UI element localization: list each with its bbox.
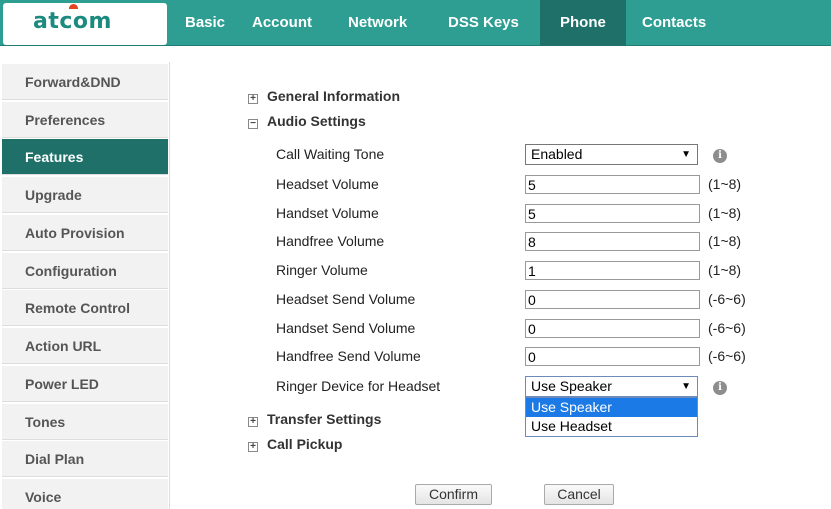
section-call-pickup[interactable]: + Call Pickup [248, 436, 342, 452]
sidebar-item-tones[interactable]: Tones [2, 404, 168, 440]
sidebar-item-forward-dnd[interactable]: Forward&DND [2, 64, 168, 100]
call-waiting-tone-select[interactable]: Enabled ▼ [525, 144, 698, 165]
headset-send-volume-label: Headset Send Volume [276, 291, 416, 307]
handset-send-volume-input[interactable] [525, 319, 700, 338]
dropdown-arrow-icon: ▼ [681, 149, 691, 160]
info-icon[interactable]: i [713, 149, 727, 163]
sidebar-item-dial-plan[interactable]: Dial Plan [2, 441, 168, 477]
logo-text: atcom [33, 9, 112, 34]
info-icon[interactable]: i [713, 381, 727, 395]
cancel-button[interactable]: Cancel [544, 484, 614, 505]
ringer-volume-label: Ringer Volume [276, 262, 368, 278]
section-general-information[interactable]: + General Information [248, 88, 400, 104]
handset-send-volume-range: (-6~6) [708, 320, 746, 336]
atcom-logo: atcom [33, 4, 112, 34]
expand-icon: + [248, 417, 258, 427]
nav-tab-phone[interactable]: Phone [540, 0, 626, 46]
sidebar-item-auto-provision[interactable]: Auto Provision [2, 215, 168, 251]
sidebar: Forward&DND Preferences Features Upgrade… [0, 62, 170, 509]
section-label: General Information [267, 88, 401, 104]
handset-volume-range: (1~8) [708, 205, 742, 221]
headset-send-volume-input[interactable] [525, 290, 700, 309]
section-label: Call Pickup [267, 436, 343, 452]
handfree-send-volume-input[interactable] [525, 347, 700, 366]
sidebar-item-preferences[interactable]: Preferences [2, 102, 168, 138]
sidebar-item-configuration[interactable]: Configuration [2, 253, 168, 289]
headset-volume-input[interactable] [525, 175, 700, 194]
call-waiting-tone-label: Call Waiting Tone [276, 146, 385, 162]
top-navigation-bar: atcom Basic Account Network DSS Keys Pho… [0, 0, 831, 46]
ringer-volume-input[interactable] [525, 261, 700, 280]
dropdown-option-use-speaker[interactable]: Use Speaker [526, 398, 697, 417]
sidebar-item-power-led[interactable]: Power LED [2, 366, 168, 402]
headset-send-volume-range: (-6~6) [708, 291, 746, 307]
handset-volume-input[interactable] [525, 204, 700, 223]
sidebar-item-remote-control[interactable]: Remote Control [2, 290, 168, 326]
section-transfer-settings[interactable]: + Transfer Settings [248, 411, 381, 427]
handset-volume-label: Handset Volume [276, 205, 379, 221]
ringer-device-select[interactable]: Use Speaker ▼ [525, 376, 698, 397]
section-label: Audio Settings [267, 113, 366, 129]
handfree-volume-label: Handfree Volume [276, 233, 385, 249]
dropdown-arrow-icon: ▼ [681, 381, 691, 392]
handfree-send-volume-range: (-6~6) [708, 348, 746, 364]
dropdown-option-use-headset[interactable]: Use Headset [526, 417, 697, 436]
nav-tab-contacts[interactable]: Contacts [626, 0, 722, 46]
expand-icon: + [248, 442, 258, 452]
nav-tab-dss-keys[interactable]: DSS Keys [432, 0, 540, 46]
sidebar-item-features[interactable]: Features [2, 139, 168, 175]
ringer-device-label: Ringer Device for Headset [276, 378, 441, 394]
expand-icon: + [248, 94, 258, 104]
logo-accent-mark [68, 4, 78, 9]
ringer-volume-range: (1~8) [708, 262, 742, 278]
handfree-send-volume-label: Handfree Send Volume [276, 348, 421, 364]
nav-tab-basic[interactable]: Basic [170, 0, 236, 46]
confirm-button[interactable]: Confirm [415, 484, 492, 505]
handset-send-volume-label: Handset Send Volume [276, 320, 416, 336]
ringer-device-dropdown-list: Use Speaker Use Headset [525, 397, 698, 437]
headset-volume-label: Headset Volume [276, 176, 379, 192]
headset-volume-range: (1~8) [708, 176, 742, 192]
main-nav: Basic Account Network DSS Keys Phone Con… [170, 0, 722, 46]
logo-container: atcom [3, 3, 167, 45]
collapse-icon: − [248, 119, 258, 129]
nav-tab-account[interactable]: Account [236, 0, 332, 46]
selected-value: Use Speaker [531, 378, 612, 394]
handfree-volume-range: (1~8) [708, 233, 742, 249]
section-audio-settings[interactable]: − Audio Settings [248, 113, 366, 129]
main-content: + General Information − Audio Settings Cal… [170, 46, 831, 509]
selected-value: Enabled [531, 146, 583, 162]
section-label: Transfer Settings [267, 411, 382, 427]
nav-tab-network[interactable]: Network [332, 0, 432, 46]
handfree-volume-input[interactable] [525, 232, 700, 251]
sidebar-item-upgrade[interactable]: Upgrade [2, 177, 168, 213]
sidebar-item-voice[interactable]: Voice [2, 479, 168, 509]
sidebar-item-action-url[interactable]: Action URL [2, 328, 168, 364]
